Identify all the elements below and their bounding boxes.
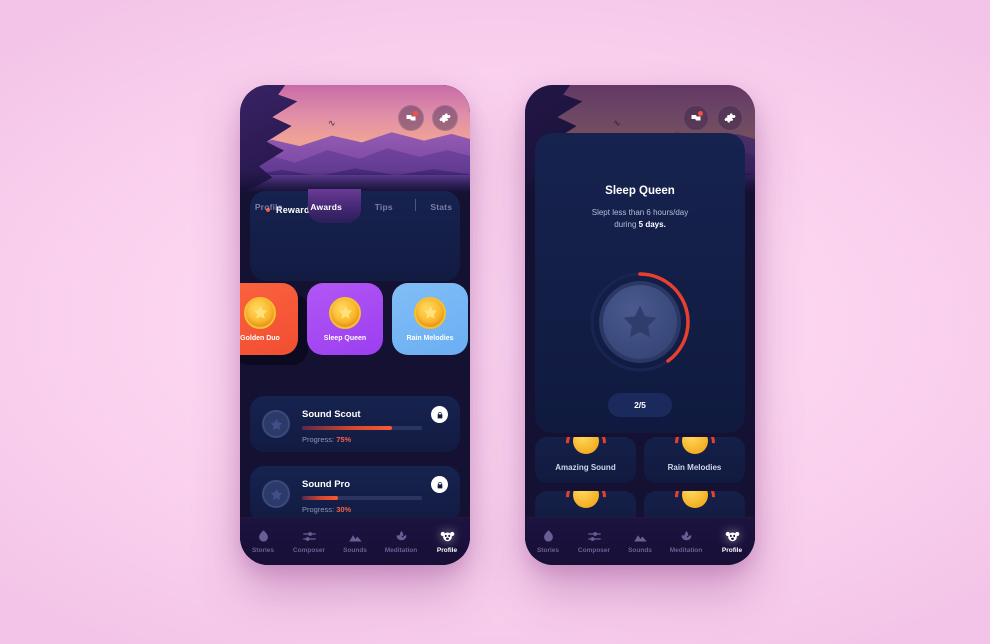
lock-icon — [437, 411, 442, 418]
nav-label: Meditation — [669, 547, 703, 554]
phone-mockup-awards: ∿ Profile Awards Tips Stats Rewards A — [240, 85, 470, 565]
nav-label: Sounds — [343, 547, 367, 554]
lock-button[interactable] — [431, 406, 448, 423]
nav-item-composer[interactable]: Composer — [288, 529, 330, 554]
gear-icon — [439, 113, 451, 123]
progress-bar-fill — [302, 496, 338, 500]
koala-icon — [439, 529, 456, 544]
phone-a-screen: ∿ Profile Awards Tips Stats Rewards A — [240, 85, 470, 565]
leaf-icon — [255, 529, 272, 544]
award-label: Sleep Queen — [323, 334, 367, 342]
nav-item-sounds[interactable]: Sounds — [619, 529, 661, 554]
nav-label: Sounds — [628, 547, 652, 554]
progress-row-title: Sound Scout — [302, 409, 361, 420]
message-flag-button[interactable] — [683, 105, 709, 131]
nav-item-composer[interactable]: Composer — [573, 529, 615, 554]
tab-stats[interactable]: Stats — [413, 200, 471, 212]
progress-row-sound-scout[interactable]: Sound Scout Progress: 75% — [250, 396, 460, 452]
progress-prefix: Progress: — [302, 505, 337, 514]
phone-b-screen: ∿ Sleep Queen Slept less than 6 hours/da… — [525, 85, 755, 565]
bottom-nav-bar-b: Stories Composer Sounds Meditation Profi… — [525, 517, 755, 565]
mini-card-label: Amazing Sound — [555, 463, 616, 472]
progress-row-subtitle: Progress: 75% — [302, 435, 351, 444]
progress-row-subtitle: Progress: 30% — [302, 505, 351, 514]
award-label: Rain Melodies — [406, 334, 454, 342]
star-medal-icon — [599, 281, 681, 363]
progress-bar-track — [302, 426, 422, 430]
gear-icon — [724, 113, 736, 123]
award-label: Golden Duo — [240, 334, 280, 342]
koala-icon — [724, 529, 741, 544]
mini-card-rain-melodies[interactable]: Rain Melodies — [644, 437, 745, 483]
phone-mockup-detail: ∿ Sleep Queen Slept less than 6 hours/da… — [525, 85, 755, 565]
award-count-badge[interactable]: 2/5 — [608, 393, 672, 417]
nav-label: Stories — [536, 547, 560, 554]
mountains-icon — [347, 529, 364, 544]
message-flag-button[interactable] — [398, 105, 424, 131]
nav-label: Meditation — [384, 547, 418, 554]
mini-card-amazing-sound[interactable]: Amazing Sound — [535, 437, 636, 483]
progress-row-sound-pro[interactable]: Sound Pro Progress: 30% — [250, 466, 460, 522]
subtitle-line-1: Slept less than 6 hours/day — [591, 208, 689, 217]
tab-tips[interactable]: Tips — [355, 200, 413, 212]
progress-row-title: Sound Pro — [302, 479, 351, 490]
mountains-icon — [632, 529, 649, 544]
nav-item-stories[interactable]: Stories — [527, 529, 569, 554]
award-detail-subtitle: Slept less than 6 hours/day during 5 day… — [549, 207, 731, 230]
nav-item-stories[interactable]: Stories — [242, 529, 284, 554]
tab-bar: Profile Awards Tips Stats — [240, 189, 470, 223]
landscape-hero-illustration: ∿ — [240, 85, 470, 193]
mini-card-label: Rain Melodies — [667, 463, 722, 472]
award-card-sleep-queen[interactable]: Sleep Queen — [307, 283, 383, 355]
progress-ring — [588, 270, 692, 374]
notification-dot — [413, 111, 418, 116]
progress-value: 30% — [336, 505, 352, 514]
award-detail-title: Sleep Queen — [605, 185, 675, 197]
notification-dot — [698, 111, 703, 116]
nav-item-profile[interactable]: Profile — [711, 529, 753, 554]
tab-awards[interactable]: Awards — [298, 200, 356, 212]
header-buttons — [683, 105, 743, 131]
awards-card-row: Golden Duo Sleep Queen Rain Melodies — [240, 283, 468, 355]
nav-label: Profile — [436, 547, 458, 554]
nav-label: Stories — [251, 547, 275, 554]
progress-value: 75% — [336, 435, 352, 444]
star-coin-icon — [414, 296, 446, 329]
nav-item-meditation[interactable]: Meditation — [665, 529, 707, 554]
subtitle-line-2-strong: 5 days. — [638, 219, 666, 229]
bottom-nav-bar-a: Stories Composer Sounds Meditation Profi… — [240, 517, 470, 565]
header-buttons — [398, 105, 458, 131]
settings-button[interactable] — [717, 105, 743, 131]
lotus-icon — [393, 529, 410, 544]
subtitle-line-2-prefix: during — [614, 219, 639, 229]
progress-bar-fill — [302, 426, 392, 430]
lotus-icon — [678, 529, 695, 544]
nav-item-sounds[interactable]: Sounds — [334, 529, 376, 554]
nav-item-meditation[interactable]: Meditation — [380, 529, 422, 554]
award-card-golden-duo[interactable]: Golden Duo — [240, 283, 298, 355]
star-coin-icon — [329, 296, 361, 329]
sliders-icon — [586, 529, 603, 544]
sliders-icon — [301, 529, 318, 544]
leaf-icon — [540, 529, 557, 544]
lock-icon — [437, 481, 442, 488]
lock-button[interactable] — [431, 476, 448, 493]
nav-item-profile[interactable]: Profile — [426, 529, 468, 554]
star-medal-icon — [262, 480, 290, 508]
bird-icon: ∿ — [328, 118, 336, 128]
progress-bar-track — [302, 496, 422, 500]
nav-label: Profile — [721, 547, 743, 554]
tab-profile[interactable]: Profile — [240, 200, 298, 212]
progress-prefix: Progress: — [302, 435, 337, 444]
star-coin-icon — [244, 296, 276, 329]
nav-label: Composer — [577, 547, 611, 554]
star-medal-icon — [262, 410, 290, 438]
nav-label: Composer — [292, 547, 326, 554]
settings-button[interactable] — [432, 105, 458, 131]
award-card-rain-melodies[interactable]: Rain Melodies — [392, 283, 468, 355]
